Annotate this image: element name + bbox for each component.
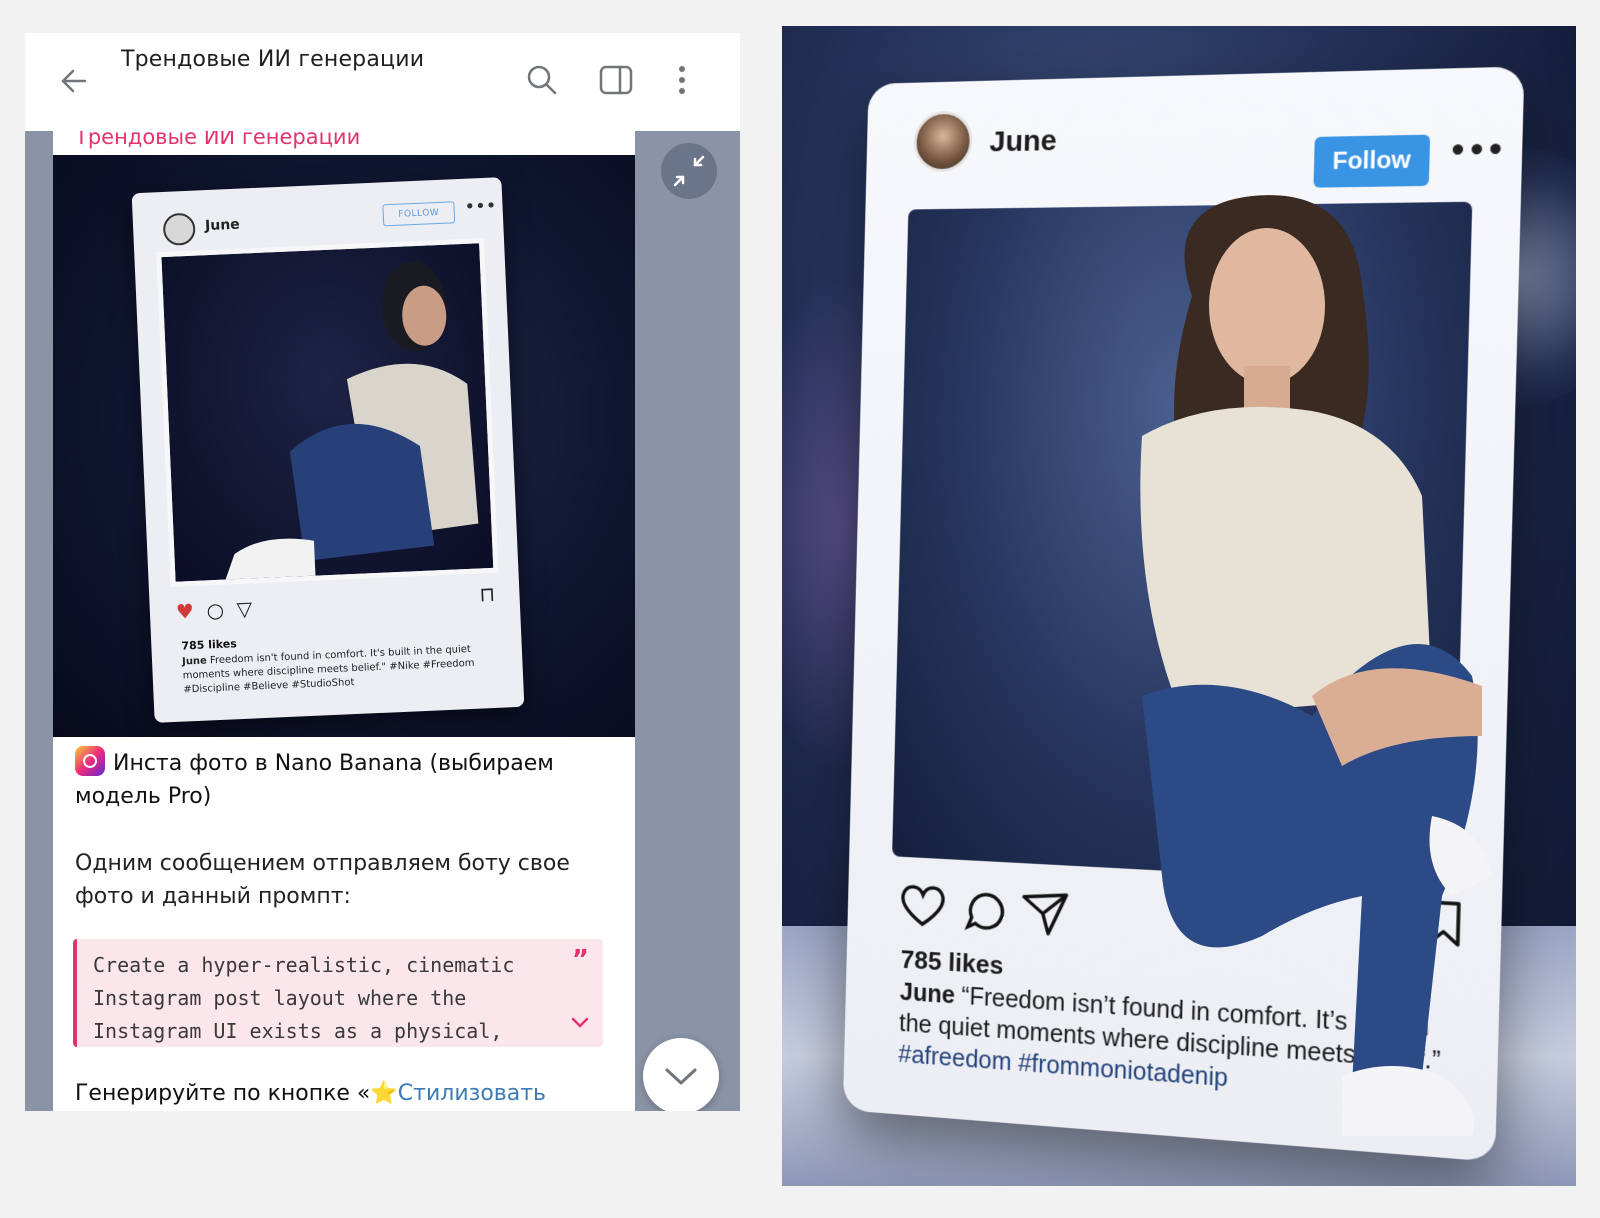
send-icon: ▽ (236, 596, 253, 622)
mini-username: June (204, 216, 241, 235)
back-arrow-icon[interactable] (55, 63, 91, 99)
mini-instagram-frame: June FOLLOW ••• ♥ ○ ▽ ⊓ 785 likes June F… (131, 177, 525, 723)
collapse-media-button[interactable] (661, 143, 717, 199)
chevron-down-icon (665, 1068, 697, 1085)
big-username: June (989, 124, 1058, 159)
scroll-down-button[interactable] (643, 1038, 719, 1111)
generated-image: June Follow ••• 785 likes June “Freedom … (782, 26, 1576, 1186)
prompt-text: Create a hyper-realistic, cinematic Insta… (93, 953, 515, 1043)
expand-chevron-icon[interactable] (569, 1011, 591, 1033)
mini-avatar-icon (162, 212, 196, 246)
mini-actions: ♥ ○ ▽ (175, 596, 252, 623)
message-photo[interactable]: June FOLLOW ••• ♥ ○ ▽ ⊓ 785 likes June F… (53, 155, 635, 737)
mini-caption-text: Freedom isn't found in comfort. It's bui… (182, 643, 475, 696)
stylize-link[interactable]: Стилизовать (398, 1081, 546, 1106)
prompt-quote-block[interactable]: Create a hyper-realistic, cinematic Insta… (73, 939, 603, 1047)
message-text: Инста фото в Nano Banana (выбираем модел… (75, 746, 615, 913)
comment-icon (968, 894, 1003, 929)
bookmark-icon: ⊓ (478, 581, 496, 607)
mini-more-icon: ••• (464, 195, 497, 218)
big-likes: 785 likes (900, 944, 1004, 981)
heart-icon: ♥ (175, 599, 195, 624)
collapse-arrows-icon (673, 155, 705, 187)
mini-likes: 785 likes (181, 637, 238, 653)
chat-header: Трендовые ИИ генерации (25, 33, 740, 131)
chat-title: Трендовые ИИ генерации (121, 47, 425, 72)
mini-follow-button: FOLLOW (382, 201, 456, 227)
channel-name: Трендовые ИИ генерации (75, 131, 361, 149)
woman-figure (1140, 195, 1492, 1136)
message-bubble: Трендовые ИИ генерации June FOLLOW ••• ♥ (53, 131, 635, 1111)
big-avatar-icon (913, 110, 974, 173)
more-vertical-icon[interactable] (665, 63, 699, 97)
telegram-phone-screen: Трендовые ИИ генерации Трендовые ИИ гене… (25, 33, 740, 1111)
comment-icon: ○ (206, 597, 225, 623)
big-more-icon: ••• (1448, 133, 1506, 169)
sidebar-toggle-icon[interactable] (599, 63, 633, 97)
mini-woman-figure (225, 261, 479, 580)
message-body: Одним сообщением отправляем боту свое фо… (75, 851, 570, 909)
quote-icon: ” (571, 945, 589, 975)
mini-caption-user: June (181, 655, 208, 668)
message-headline: Инста фото в Nano Banana (выбираем модел… (75, 746, 615, 813)
star-icon: ⭐ (370, 1081, 398, 1106)
mini-photo-window (156, 237, 499, 587)
message-footer: Генерируйте по кнопке «⭐Стилизовать (75, 1081, 547, 1106)
big-caption-user: June (899, 978, 956, 1010)
heart-icon (902, 886, 943, 925)
instagram-icon (75, 746, 105, 776)
search-icon[interactable] (525, 63, 559, 97)
